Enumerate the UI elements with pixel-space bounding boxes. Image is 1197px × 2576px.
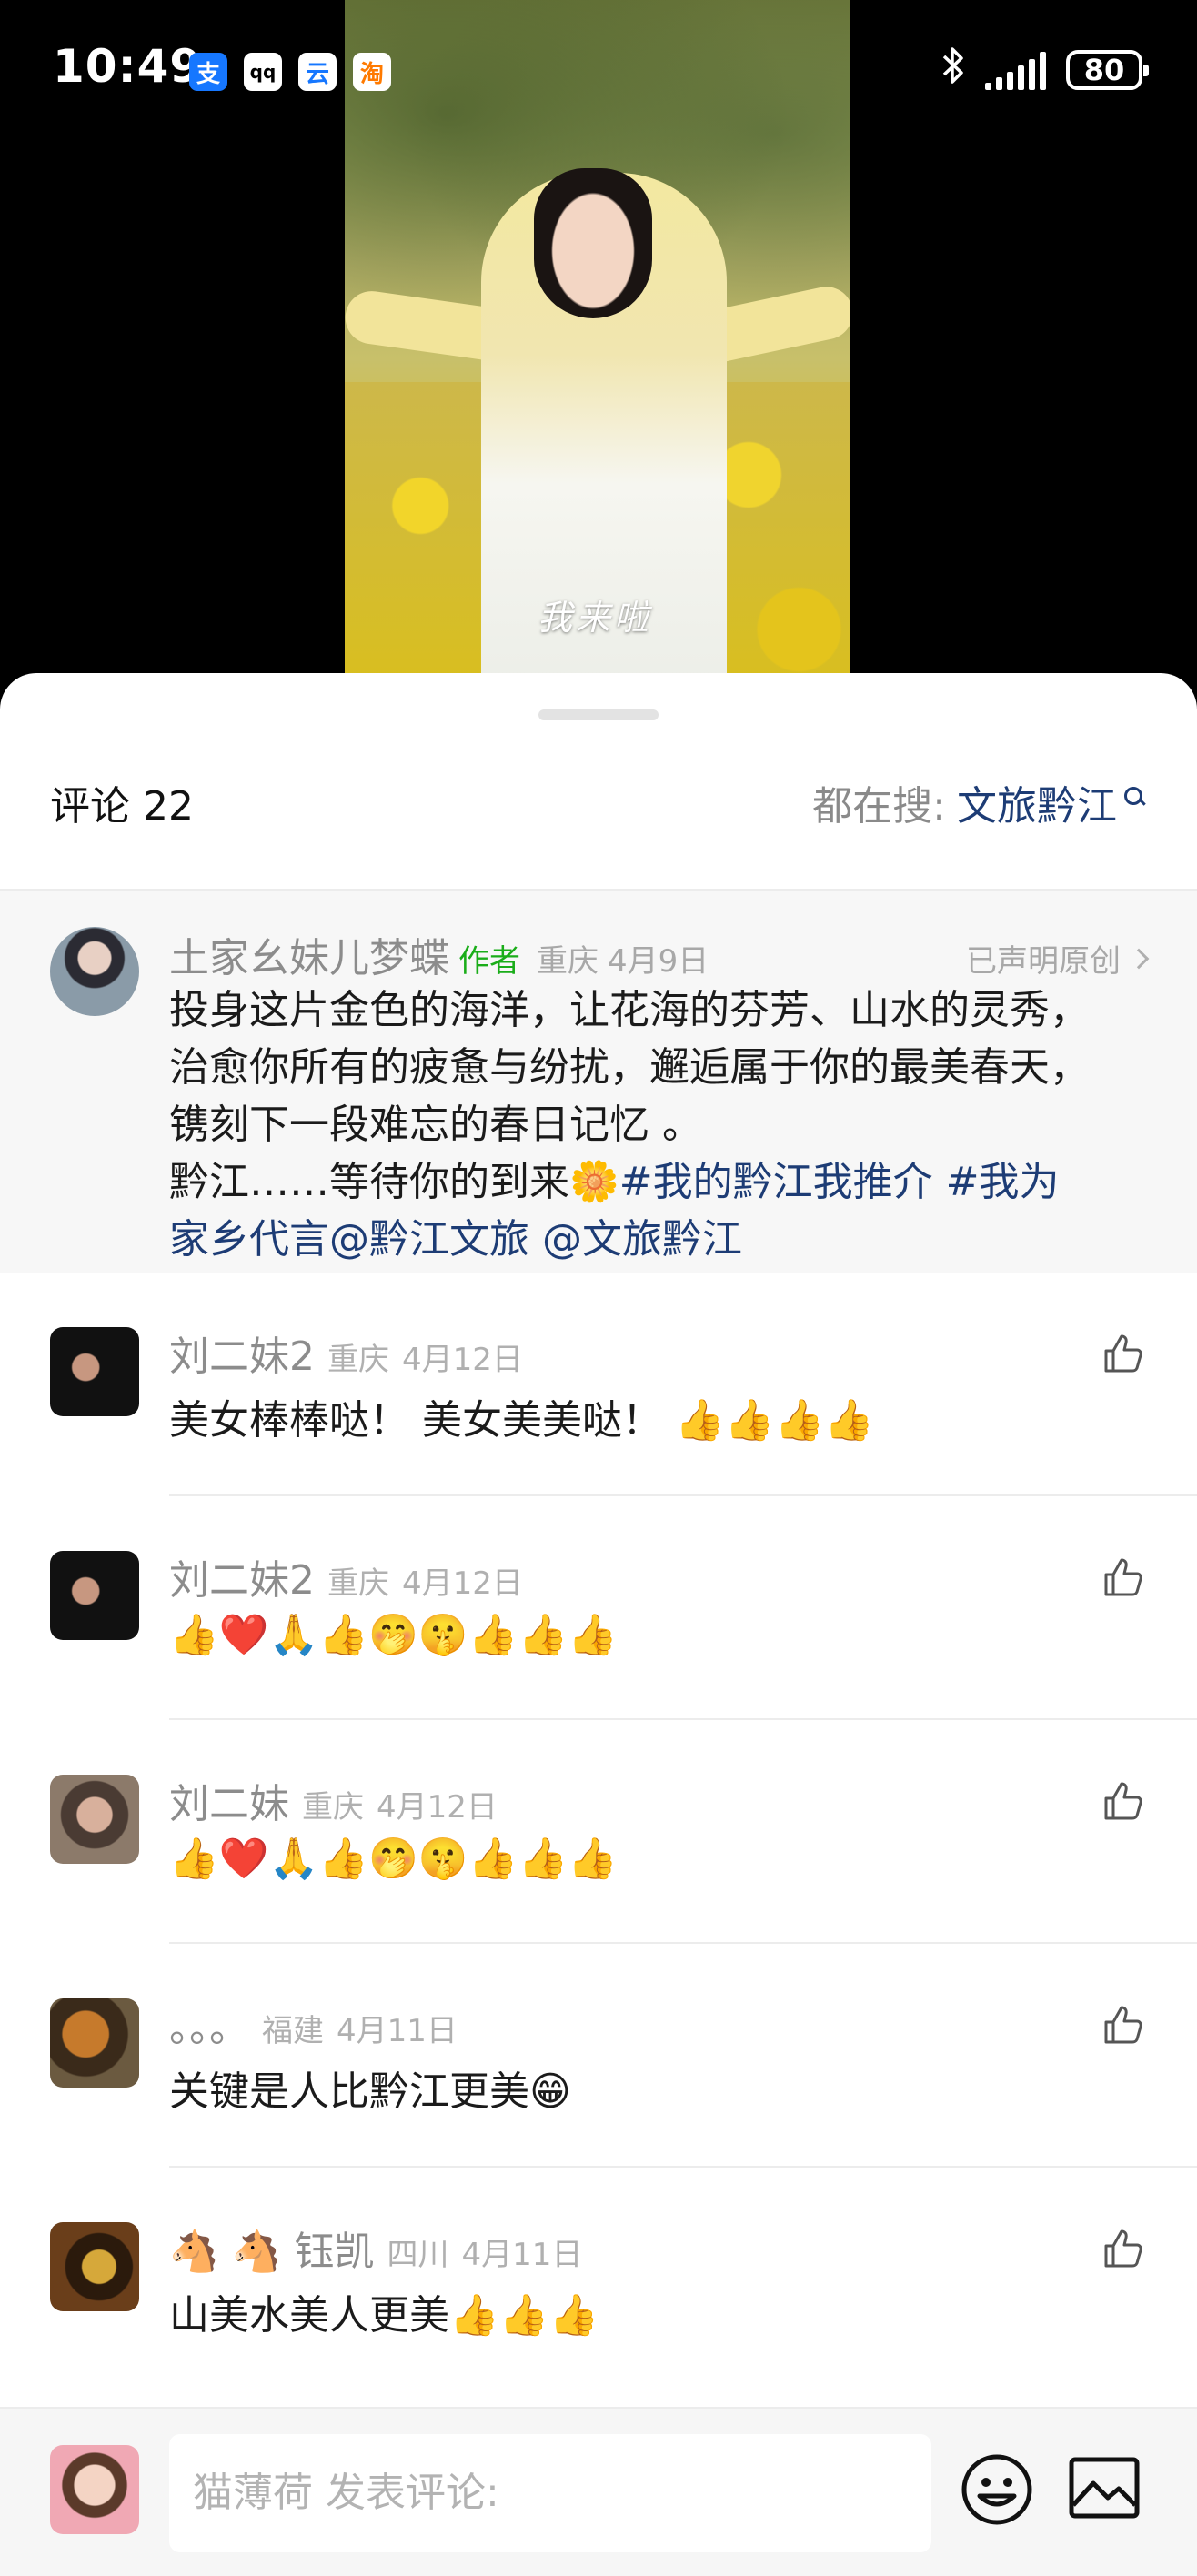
post-text: 黔江……等待你的到来🌼	[169, 1159, 619, 1205]
chevron-right-icon	[1128, 948, 1150, 969]
comment-count-title: 评论 22	[50, 783, 194, 830]
post-line: 黔江……等待你的到来🌼#我的黔江我推介 #我为	[169, 1153, 1161, 1211]
author-meta: 土家幺妹儿梦蝶 作者 重庆 4月9日	[169, 925, 709, 983]
video-caption: 我来啦	[537, 598, 652, 638]
alipay-icon: 支	[189, 53, 227, 91]
taobao-icon: 淘	[353, 53, 391, 91]
post-line: 投身这片金色的海洋，让花海的芬芳、山水的灵秀，	[169, 987, 1090, 1033]
comment-meta: 刘二妹2 重庆 4月12日	[169, 1323, 523, 1382]
thumb-up-icon[interactable]	[1101, 1331, 1146, 1376]
comment-meta: 刘二妹2 重庆 4月12日	[169, 1547, 523, 1605]
video-person-head	[534, 168, 652, 318]
status-time: 10:49	[53, 40, 203, 93]
mention-links[interactable]: 家乡代言@黔江文旅 @文旅黔江	[169, 1211, 1161, 1268]
thumb-up-icon[interactable]	[1101, 2002, 1146, 2048]
commenter-avatar[interactable]	[50, 2222, 139, 2311]
comment-input[interactable]: 猫薄荷 发表评论:	[169, 2434, 931, 2552]
comment-text: 美女棒棒哒！ 美女美美哒！ 👍👍👍👍	[169, 1397, 875, 1444]
comment-location: 重庆	[327, 1565, 389, 1602]
comment-text: 山美水美人更美👍👍👍	[169, 2292, 599, 2339]
author-name[interactable]: 土家幺妹儿梦蝶	[169, 925, 449, 983]
comment-location: 四川	[387, 2237, 449, 2273]
qq-icon: qq	[244, 53, 282, 91]
comment-meta: 刘二妹 重庆 4月12日	[169, 1771, 498, 1829]
comment-meta: 🐴 🐴 钰凯 四川 4月11日	[169, 2219, 582, 2277]
commenter-avatar[interactable]	[50, 1998, 139, 2088]
commenter-avatar[interactable]	[50, 1327, 139, 1416]
commenter-name[interactable]: 刘二妹2	[169, 1323, 315, 1382]
search-icon[interactable]	[1124, 787, 1146, 809]
comment-location: 福建	[262, 2013, 324, 2049]
trending-search-keyword[interactable]: 文旅黔江	[957, 773, 1117, 831]
cloud-icon: 云	[298, 53, 337, 91]
post-line: 镌刻下一段难忘的春日记忆 。	[169, 1102, 702, 1148]
bluetooth-icon	[941, 45, 965, 95]
comment-date: 4月12日	[402, 1342, 523, 1378]
comment-location: 重庆	[302, 1789, 364, 1826]
sheet-drag-handle[interactable]	[538, 709, 659, 720]
comment-item[interactable]: 刘二妹2 重庆 4月12日 👍❤️🙏👍🤭🤫👍👍👍	[0, 1496, 1197, 1720]
trending-search-label: 都在搜:	[812, 783, 946, 830]
hashtag-link[interactable]: #我的黔江我推介	[619, 1159, 933, 1205]
battery-icon: 80	[1066, 50, 1149, 90]
thumb-up-icon[interactable]	[1101, 1778, 1146, 1824]
comment-date: 4月12日	[402, 1565, 523, 1602]
commenter-name[interactable]: 刘二妹2	[169, 1547, 315, 1605]
comment-location: 重庆	[327, 1342, 389, 1378]
comment-text: 关键是人比黔江更美😁	[169, 2068, 571, 2115]
status-bar: 10:49 支 qq 云 淘 80	[0, 0, 1197, 136]
comment-text: 👍❤️🙏👍🤭🤫👍👍👍	[169, 1612, 619, 1658]
trending-search[interactable]: 都在搜: 文旅黔江	[812, 773, 1146, 831]
author-post: 土家幺妹儿梦蝶 作者 重庆 4月9日 已声明原创 投身这片金色的海洋，让花海的芬…	[0, 891, 1197, 1273]
comment-item[interactable]: 。。。 福建 4月11日 关键是人比黔江更美😁	[0, 1944, 1197, 2168]
hashtag-link[interactable]: #我为	[946, 1159, 1060, 1205]
author-location: 重庆	[537, 943, 598, 980]
status-indicators: 80	[941, 45, 1149, 95]
comment-list: 刘二妹2 重庆 4月12日 美女棒棒哒！ 美女美美哒！ 👍👍👍👍 刘二妹2 重庆…	[0, 1273, 1197, 2391]
post-line: 治愈你所有的疲惫与纷扰，邂逅属于你的最美春天，	[169, 1044, 1090, 1091]
commenter-name[interactable]: 刘二妹	[169, 1771, 289, 1829]
commenter-name[interactable]: 🐴 🐴 钰凯	[169, 2219, 375, 2277]
comment-item[interactable]: 刘二妹 重庆 4月12日 👍❤️🙏👍🤭🤫👍👍👍	[0, 1720, 1197, 1944]
commenter-name[interactable]: 。。。	[169, 1995, 249, 2053]
comment-header: 评论 22 都在搜: 文旅黔江	[0, 764, 1197, 837]
author-badge: 作者	[458, 943, 520, 980]
thumb-up-icon[interactable]	[1101, 2226, 1146, 2271]
author-post-text: 投身这片金色的海洋，让花海的芬芳、山水的灵秀， 治愈你所有的疲惫与纷扰，邂逅属于…	[169, 981, 1161, 1268]
comment-date: 4月12日	[377, 1789, 498, 1826]
my-avatar[interactable]	[50, 2445, 139, 2534]
original-declaration-label: 已声明原创	[966, 943, 1121, 980]
image-icon[interactable]	[1068, 2456, 1141, 2520]
signal-icon	[985, 50, 1046, 90]
author-avatar[interactable]	[50, 927, 139, 1016]
comment-item[interactable]: 🐴 🐴 钰凯 四川 4月11日 山美水美人更美👍👍👍	[0, 2168, 1197, 2391]
comment-sheet: 评论 22 都在搜: 文旅黔江 土家幺妹儿梦蝶 作者 重庆 4月9日 已声明原创…	[0, 673, 1197, 2576]
author-date: 4月9日	[608, 943, 709, 980]
comment-date: 4月11日	[461, 2237, 583, 2273]
status-app-icons: 支 qq 云 淘	[189, 53, 391, 91]
comment-text: 👍❤️🙏👍🤭🤫👍👍👍	[169, 1836, 619, 1882]
commenter-avatar[interactable]	[50, 1551, 139, 1640]
emoji-icon[interactable]	[960, 2452, 1034, 2527]
comment-meta: 。。。 福建 4月11日	[169, 1995, 458, 2053]
commenter-avatar[interactable]	[50, 1775, 139, 1864]
comment-date: 4月11日	[337, 2013, 458, 2049]
comment-input-bar: 猫薄荷 发表评论:	[0, 2407, 1197, 2576]
comment-item[interactable]: 刘二妹2 重庆 4月12日 美女棒棒哒！ 美女美美哒！ 👍👍👍👍	[0, 1273, 1197, 1496]
original-declaration[interactable]: 已声明原创	[966, 936, 1150, 981]
thumb-up-icon[interactable]	[1101, 1555, 1146, 1600]
